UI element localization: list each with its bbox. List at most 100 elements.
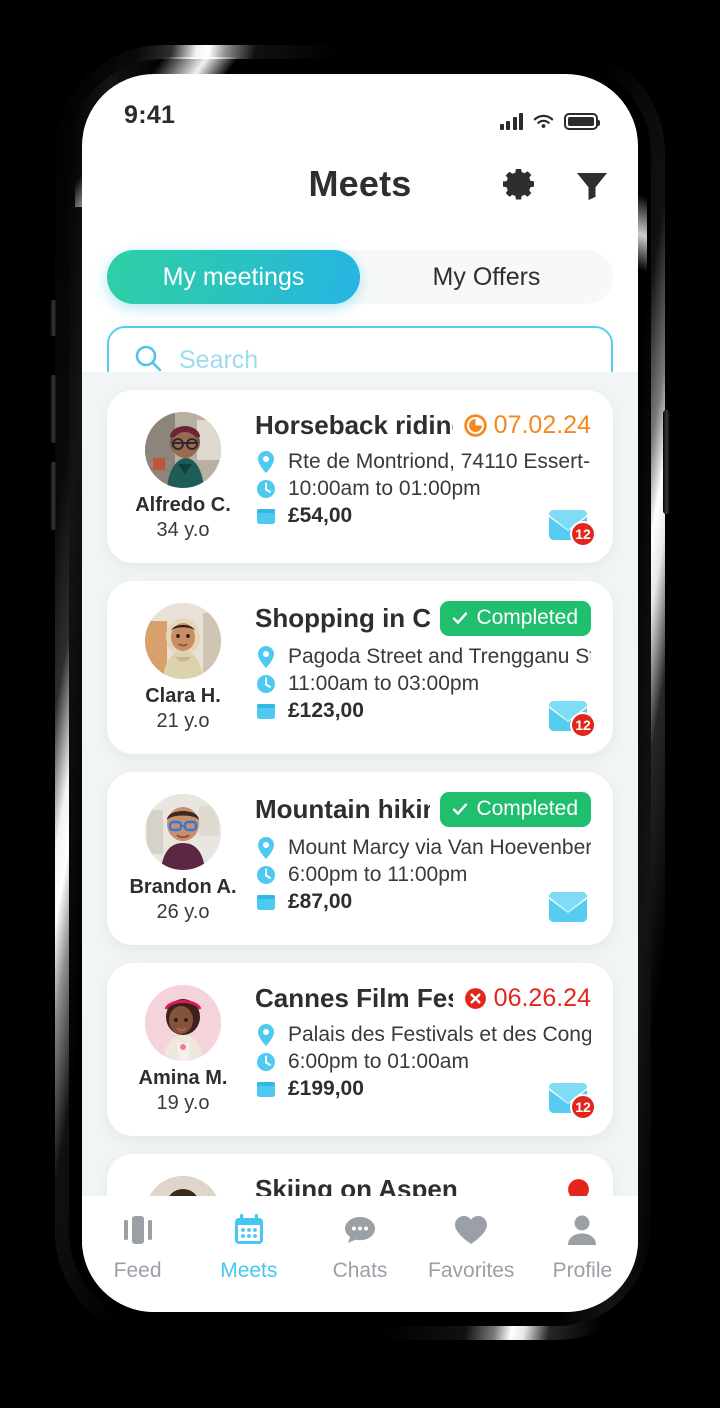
meeting-details: Shopping in Chin... Completed Pagoda Str…: [255, 601, 591, 734]
status-text: 07.02.24: [493, 411, 591, 439]
search-input[interactable]: [179, 345, 587, 375]
nav-item-chats[interactable]: Chats: [304, 1210, 415, 1283]
envelope-icon[interactable]: 12: [545, 503, 596, 547]
nav-item-meets[interactable]: Meets: [193, 1210, 304, 1283]
meeting-details: Horseback riding in... 07.02.24 Rte de M…: [255, 410, 591, 543]
status-time: 9:41: [124, 101, 176, 129]
status-bar: 9:41: [82, 74, 638, 136]
nav-label-favorites: Favorites: [428, 1259, 515, 1282]
meetings-list[interactable]: Alfredo C. 34 y.o Horseback riding in...…: [82, 372, 638, 1312]
nav-item-profile[interactable]: Profile: [527, 1210, 638, 1283]
person-name: Clara H.: [145, 685, 221, 707]
time-text: 6:00pm to 01:00am: [288, 1050, 469, 1073]
tab-my-offers[interactable]: My Offers: [360, 250, 613, 304]
nav-label-chats: Chats: [332, 1259, 388, 1282]
meeting-card[interactable]: Brandon A. 26 y.o Mountain hiking Comple…: [107, 772, 613, 945]
person-age: 34 y.o: [156, 519, 210, 541]
status-badge: 07.02.24: [463, 411, 591, 440]
bottom-navigation: Feed Meets Chats Favorites Profile: [82, 1196, 638, 1312]
location-text: Palais des Festivals et des Congrè...: [288, 1023, 591, 1046]
time-row: 11:00am to 03:00pm: [255, 672, 591, 696]
time-row: 6:00pm to 01:00am: [255, 1050, 591, 1074]
person-age: 21 y.o: [156, 710, 210, 732]
time-text: 6:00pm to 11:00pm: [288, 863, 468, 886]
time-row: 10:00am to 01:00pm: [255, 477, 591, 501]
app-header: Meets: [82, 136, 638, 232]
volume-up-button[interactable]: [50, 375, 57, 443]
mute-switch[interactable]: [50, 300, 57, 336]
header-actions: [502, 166, 610, 202]
status-badge: Completed: [440, 792, 591, 827]
map-pin-icon: [255, 836, 277, 860]
nav-label-feed: Feed: [113, 1259, 162, 1282]
time-row: 6:00pm to 11:00pm: [255, 863, 591, 887]
price-text: £54,00: [288, 504, 353, 527]
page-title: Meets: [308, 163, 412, 204]
location-row: Rte de Montriond, 74110 Essert-Ro...: [255, 450, 591, 474]
meeting-details: Cannes Film Festival 06.26.24 Palais des…: [255, 983, 591, 1116]
nav-label-profile: Profile: [552, 1259, 613, 1282]
meeting-card[interactable]: Amina M. 19 y.o Cannes Film Festival 06.…: [107, 963, 613, 1136]
price-text: £123,00: [288, 699, 364, 722]
map-pin-icon: [255, 450, 277, 474]
tab-bar: My meetings My Offers: [107, 250, 613, 304]
filter-icon[interactable]: [574, 166, 610, 202]
person-block: Brandon A. 26 y.o: [129, 792, 237, 925]
battery-full-icon: [564, 113, 600, 130]
price-row: £54,00: [255, 504, 591, 528]
map-pin-icon: [255, 1023, 277, 1047]
person-icon: [562, 1210, 602, 1250]
price-row: £199,00: [255, 1077, 591, 1101]
person-block: Amina M. 19 y.o: [129, 983, 237, 1116]
envelope-icon[interactable]: 12: [545, 1076, 596, 1120]
status-badge: 06.26.24: [463, 984, 591, 1013]
meeting-details: Mountain hiking Completed Mount Marcy vi…: [255, 792, 591, 925]
status-text: Completed: [476, 797, 578, 820]
gear-icon[interactable]: [502, 166, 538, 202]
location-text: Pagoda Street and Trengganu Stre...: [288, 645, 591, 668]
avatar-brandon: [145, 794, 221, 870]
meeting-title: Mountain hiking: [255, 794, 430, 824]
meeting-card[interactable]: Alfredo C. 34 y.o Horseback riding in...…: [107, 390, 613, 563]
person-age: 26 y.o: [156, 901, 210, 923]
price-row: £87,00: [255, 890, 591, 914]
nav-item-favorites[interactable]: Favorites: [416, 1210, 527, 1283]
price-row: £123,00: [255, 699, 591, 723]
clock-icon: [255, 863, 277, 887]
phone-screen: 9:41 Meets My meetings My Offers Search …: [82, 74, 638, 1312]
envelope-icon[interactable]: [545, 885, 591, 925]
status-badge: Completed: [440, 601, 591, 636]
time-text: 10:00am to 01:00pm: [288, 477, 481, 500]
meeting-header-row: Horseback riding in... 07.02.24: [255, 410, 591, 441]
tab-my-meetings[interactable]: My meetings: [107, 250, 360, 304]
clock-icon: [255, 672, 277, 696]
location-row: Palais des Festivals et des Congrè...: [255, 1023, 591, 1047]
meeting-title: Horseback riding in...: [255, 410, 453, 440]
check-icon: [453, 612, 468, 624]
nav-item-feed[interactable]: Feed: [82, 1210, 193, 1283]
meeting-card[interactable]: Clara H. 21 y.o Shopping in Chin... Comp…: [107, 581, 613, 754]
person-name: Amina M.: [138, 1067, 228, 1089]
screenshot-stage: 9:41 Meets My meetings My Offers Search …: [0, 0, 720, 1408]
power-button[interactable]: [663, 410, 670, 514]
volume-down-button[interactable]: [50, 462, 57, 530]
location-row: Mount Marcy via Van Hoevenberg Trail: [255, 836, 591, 860]
status-icons: [499, 113, 600, 130]
avatar-clara: [145, 603, 221, 679]
price-text: £199,00: [288, 1077, 364, 1100]
clock-icon: [255, 1050, 277, 1074]
envelope-icon[interactable]: 12: [545, 694, 596, 738]
wallet-icon: [255, 699, 277, 723]
calendar-icon: [229, 1210, 269, 1250]
person-block: Alfredo C. 34 y.o: [129, 410, 237, 543]
wifi-icon: [532, 113, 555, 130]
meeting-header-row: Cannes Film Festival 06.26.24: [255, 983, 591, 1014]
price-text: £87,00: [288, 890, 353, 913]
map-pin-icon: [255, 645, 277, 669]
clock-progress-icon: [463, 414, 487, 437]
meeting-header-row: Mountain hiking Completed: [255, 792, 591, 827]
location-row: Pagoda Street and Trengganu Stre...: [255, 645, 591, 669]
avatar-alfredo: [145, 412, 221, 488]
clock-icon: [255, 477, 277, 501]
wallet-icon: [255, 890, 277, 914]
